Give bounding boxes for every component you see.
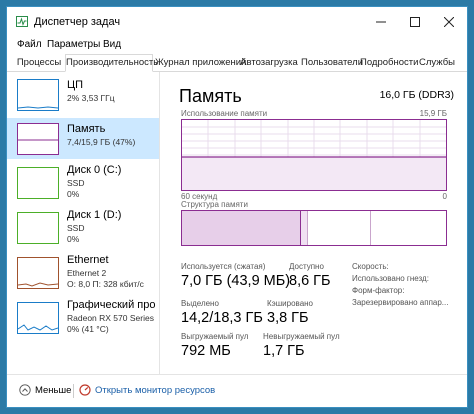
tab-app-history[interactable]: Журнал приложений [155,55,246,70]
form-factor-label: Форм-фактор: [352,286,405,295]
cached-value: 3,8 ГБ [267,310,309,326]
sidebar-item-disk1[interactable]: Диск 1 (D:) SSD 0% [7,207,159,248]
sidebar-item-detail-2: О: 8,0 П: 328 кбит/с [67,279,144,289]
sidebar-item-detail-2: 0% [67,189,80,199]
menu-bar: Файл Параметры Вид [7,37,467,55]
minimize-icon [376,21,386,23]
available-label: Доступно [289,262,324,271]
sidebar-item-label: Ethernet [67,254,109,266]
close-button[interactable] [434,7,464,37]
in-use-label: Используется (сжатая) [181,262,266,271]
title-bar: Диспетчер задач [7,7,467,37]
close-icon [444,17,454,27]
sidebar-item-detail: 7,4/15,9 ГБ (47%) [67,137,136,147]
ethernet-mini-line [18,282,58,287]
minimize-button[interactable] [366,7,396,37]
tab-strip: Процессы Производительность Журнал прило… [7,54,467,72]
structure-label: Структура памяти [181,200,248,209]
committed-value: 14,2/18,3 ГБ [181,310,263,326]
nonpaged-pool-label: Невыгружаемый пул [263,332,340,341]
cached-label: Кэшировано [267,299,314,308]
sidebar-item-detail: SSD [67,223,85,233]
tab-processes[interactable]: Процессы [15,55,63,70]
modified-segment [301,211,308,245]
in-use-segment [182,211,301,245]
footer-separator [73,384,74,398]
cpu-mini-line [18,106,58,109]
open-resource-monitor-label: Открыть монитор ресурсов [95,384,216,396]
sidebar-item-label: Графический про [67,299,156,311]
fewer-details-label: Меньше [35,384,72,396]
memory-thumbnail-graph [17,123,59,155]
nonpaged-pool-value: 1,7 ГБ [263,343,305,359]
available-value: 8,6 ГБ [289,273,331,289]
sidebar-item-detail: Radeon RX 570 Series [67,313,154,323]
task-manager-app-icon [16,16,28,27]
hardware-reserved-label: Зарезервировано аппар... [352,298,449,307]
sidebar-item-detail-2: 0% [67,234,80,244]
sidebar-item-gpu[interactable]: Графический про Radeon RX 570 Series 0% … [7,297,159,338]
memory-composition-bar [181,210,447,246]
disk1-thumbnail-graph [17,212,59,244]
standby-segment [308,211,371,245]
paged-pool-value: 792 МБ [181,343,231,359]
gpu-mini-line [18,324,58,331]
maximize-icon [410,17,420,27]
sidebar-item-label: Диск 0 (C:) [67,164,122,176]
memory-mini-line [18,139,58,141]
sidebar-item-memory[interactable]: Память 7,4/15,9 ГБ (47%) [7,118,159,159]
tab-performance[interactable]: Производительность [65,54,158,72]
in-use-value: 7,0 ГБ (43,9 МБ) [181,273,291,289]
menu-view[interactable]: Вид [103,39,121,50]
sidebar-item-disk0[interactable]: Диск 0 (C:) SSD 0% [7,162,159,203]
page-title: Память [179,86,242,106]
sidebar-item-detail: SSD [67,178,85,188]
axis-end-label: 0 [442,192,447,201]
resource-monitor-icon [79,384,91,396]
tab-startup[interactable]: Автозагрузка [239,55,299,70]
sidebar-item-label: Диск 1 (D:) [67,209,122,221]
memory-usage-graph [181,119,447,191]
sidebar-item-detail: Ethernet 2 [67,268,107,278]
resource-sidebar: ЦП 2% 3,53 ГГц Память 7,4/15,9 ГБ (47%) … [7,72,160,374]
menu-options[interactable]: Параметры [47,39,100,50]
window-title: Диспетчер задач [34,16,121,28]
tab-details[interactable]: Подробности [360,55,418,70]
menu-file[interactable]: Файл [17,39,42,50]
sidebar-item-ethernet[interactable]: Ethernet Ethernet 2 О: 8,0 П: 328 кбит/с [7,252,159,293]
ethernet-thumbnail-graph [17,257,59,289]
committed-label: Выделено [181,299,219,308]
memory-capacity: 16,0 ГБ (DDR3) [379,89,454,101]
memory-usage-plot [182,120,446,190]
paged-pool-label: Выгружаемый пул [181,332,249,341]
chevron-up-icon [19,384,31,396]
cpu-thumbnail-graph [17,79,59,111]
sidebar-item-label: ЦП [67,79,84,91]
fewer-details-button[interactable]: Меньше [19,384,71,396]
sidebar-item-label: Память [67,123,106,135]
speed-label: Скорость: [352,262,389,271]
gpu-thumbnail-graph [17,302,59,334]
task-manager-window: Диспетчер задач Файл Параметры Вид Проце… [6,6,468,408]
tab-users[interactable]: Пользователи [301,55,363,70]
tab-services[interactable]: Службы [418,55,456,70]
slots-used-label: Использовано гнезд: [352,274,429,283]
memory-detail-panel: Память 16,0 ГБ (DDR3) Использование памя… [169,72,467,374]
open-resource-monitor-link[interactable]: Открыть монитор ресурсов [79,384,215,396]
sidebar-item-detail: 2% 3,53 ГГц [67,93,115,103]
sidebar-item-detail-2: 0% (41 °C) [67,324,109,334]
disk0-thumbnail-graph [17,167,59,199]
maximize-button[interactable] [400,7,430,37]
usage-graph-label: Использование памяти [181,109,268,118]
sidebar-item-cpu[interactable]: ЦП 2% 3,53 ГГц [7,74,159,115]
footer-bar: Меньше Открыть монитор ресурсов [7,374,467,407]
usage-graph-max: 15,9 ГБ [419,109,447,118]
